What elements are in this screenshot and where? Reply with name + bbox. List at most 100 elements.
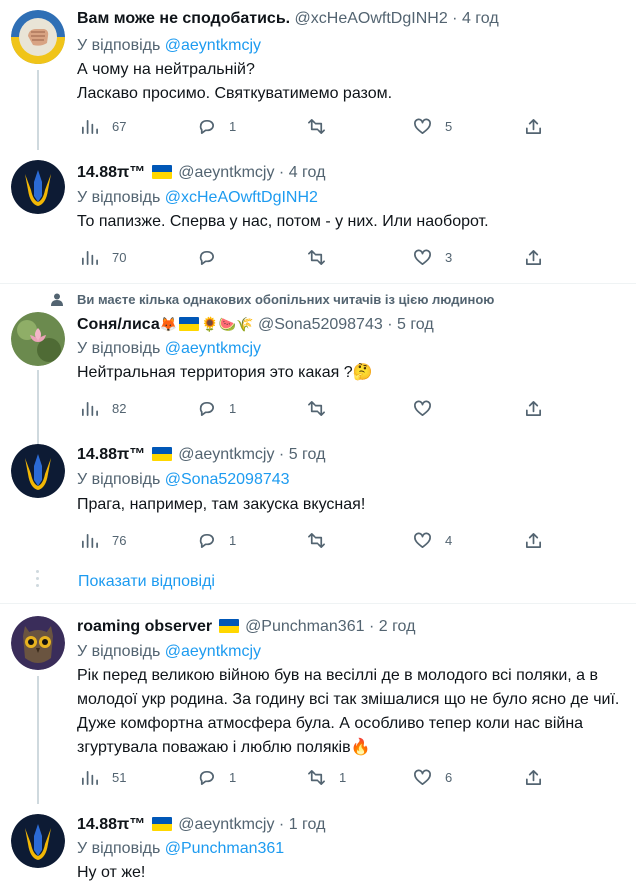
retweet-button[interactable] — [307, 529, 339, 551]
handle[interactable]: @xcHeAOwftDgINH2 — [295, 10, 448, 27]
retweet-button[interactable] — [307, 246, 339, 268]
timestamp[interactable]: · 4 год — [279, 164, 325, 181]
reply-mention[interactable]: @aeyntkmcjy — [165, 37, 261, 54]
tweet-text: Ну от же! — [77, 861, 625, 885]
tweet-text-line: А чому на нейтральній? — [77, 61, 255, 78]
reply-button[interactable] — [197, 246, 229, 268]
divider — [0, 283, 636, 284]
divider — [0, 603, 636, 604]
avatar[interactable] — [11, 10, 65, 64]
ukraine-flag-icon — [179, 317, 200, 331]
share-button[interactable] — [524, 397, 543, 419]
show-replies-link[interactable]: Показати відповіді — [78, 573, 215, 591]
like-button[interactable]: 3 — [413, 246, 452, 268]
views-icon — [81, 250, 98, 265]
action-bar: 70 3 — [77, 246, 557, 268]
timestamp[interactable]: · 2 год — [369, 618, 415, 635]
share-button[interactable] — [524, 115, 543, 137]
views-button[interactable]: 76 — [80, 529, 126, 551]
share-button[interactable] — [524, 529, 543, 551]
views-icon — [81, 401, 98, 416]
display-name[interactable]: 14.88π™ — [77, 446, 145, 463]
display-name[interactable]: Вам може не сподобатись. — [77, 10, 290, 27]
display-name[interactable]: roaming observer — [77, 618, 212, 635]
timestamp[interactable]: · 5 год — [279, 446, 325, 463]
avatar[interactable] — [11, 814, 65, 868]
tweet-text: Прага, например, там закуска вкусная! — [77, 493, 625, 517]
retweet-count: 1 — [339, 769, 347, 785]
ukraine-flag-icon — [151, 447, 172, 461]
reply-icon — [199, 250, 214, 265]
reply-prefix: У відповідь — [77, 643, 161, 660]
reply-context: У відповідь @Sona52098743 — [77, 470, 290, 490]
avatar[interactable] — [11, 616, 65, 670]
action-bar: 82 1 — [77, 397, 557, 419]
tweet-header: Вам може не сподобатись. @xcHeAOwftDgINH… — [77, 9, 499, 29]
avatar[interactable] — [11, 160, 65, 214]
views-count: 82 — [112, 400, 127, 416]
like-count: 4 — [445, 532, 453, 548]
like-button[interactable]: 6 — [413, 766, 452, 788]
like-button[interactable]: 5 — [413, 115, 452, 137]
share-icon — [525, 400, 542, 416]
views-button[interactable]: 67 — [80, 115, 126, 137]
retweet-icon — [308, 769, 325, 785]
avatar[interactable] — [11, 444, 65, 498]
like-button[interactable]: 4 — [413, 529, 452, 551]
tweet-header: roaming observer @Punchman361 · 2 год — [77, 617, 415, 637]
tweet-text-line: Ласкаво просимо. Святкуватимемо разом. — [77, 85, 393, 102]
reply-mention[interactable]: @Sona52098743 — [165, 471, 290, 488]
retweet-button[interactable] — [307, 115, 339, 137]
reply-prefix: У відповідь — [77, 189, 161, 206]
views-button[interactable]: 70 — [80, 246, 126, 268]
share-icon — [525, 249, 542, 265]
timestamp[interactable]: · 4 год — [452, 10, 498, 27]
social-context-text: Ви маєте кілька однакових обопільних чит… — [77, 292, 495, 307]
reply-mention[interactable]: @xcHeAOwftDgINH2 — [165, 189, 318, 206]
reply-count: 1 — [229, 400, 237, 416]
reply-button[interactable]: 1 — [197, 766, 236, 788]
views-button[interactable]: 51 — [80, 766, 126, 788]
reply-context: У відповідь @Punchman361 — [77, 839, 284, 859]
handle[interactable]: @aeyntkmcjy — [178, 446, 274, 463]
retweet-button[interactable] — [307, 397, 339, 419]
heart-icon — [414, 400, 431, 416]
reply-mention[interactable]: @aeyntkmcjy — [165, 643, 261, 660]
handle[interactable]: @Sona52098743 — [258, 316, 383, 333]
timestamp[interactable]: · 1 год — [279, 816, 325, 833]
person-icon — [51, 293, 63, 306]
display-name[interactable]: 14.88π™ — [77, 816, 145, 833]
avatar[interactable] — [11, 312, 65, 366]
retweet-button[interactable]: 1 — [307, 766, 346, 788]
name-emojis: 🌻🍉🌾 — [201, 317, 254, 333]
retweet-icon — [308, 400, 325, 416]
reply-context: У відповідь @aeyntkmcjy — [77, 339, 261, 359]
ukraine-flag-icon — [151, 165, 172, 179]
reply-button[interactable]: 1 — [197, 397, 236, 419]
reply-prefix: У відповідь — [77, 471, 161, 488]
share-button[interactable] — [524, 246, 543, 268]
reply-button[interactable]: 1 — [197, 115, 236, 137]
handle[interactable]: @aeyntkmcjy — [178, 164, 274, 181]
retweet-icon — [308, 249, 325, 265]
share-button[interactable] — [524, 766, 543, 788]
display-name[interactable]: Соня/лиса — [77, 316, 160, 333]
timestamp[interactable]: · 5 год — [387, 316, 433, 333]
heart-icon — [414, 249, 431, 265]
handle[interactable]: @Punchman361 — [245, 618, 364, 635]
display-name[interactable]: 14.88π™ — [77, 164, 145, 181]
tweet-header: Соня/лиса🦊 🌻🍉🌾 @Sona52098743 · 5 год — [77, 315, 434, 335]
reply-button[interactable]: 1 — [197, 529, 236, 551]
heart-icon — [414, 769, 431, 785]
views-button[interactable]: 82 — [80, 397, 126, 419]
like-count: 3 — [445, 249, 453, 265]
reply-mention[interactable]: @aeyntkmcjy — [165, 340, 261, 357]
action-bar: 51 1 1 6 — [77, 766, 557, 788]
reply-context: У відповідь @aeyntkmcjy — [77, 36, 261, 56]
handle[interactable]: @aeyntkmcjy — [178, 816, 274, 833]
thread-line — [37, 370, 39, 450]
reply-mention[interactable]: @Punchman361 — [165, 840, 284, 857]
reply-prefix: У відповідь — [77, 840, 161, 857]
like-button[interactable] — [413, 397, 445, 419]
tweet-text-line: То папизже. Сперва у нас, потом - у них.… — [77, 213, 489, 230]
